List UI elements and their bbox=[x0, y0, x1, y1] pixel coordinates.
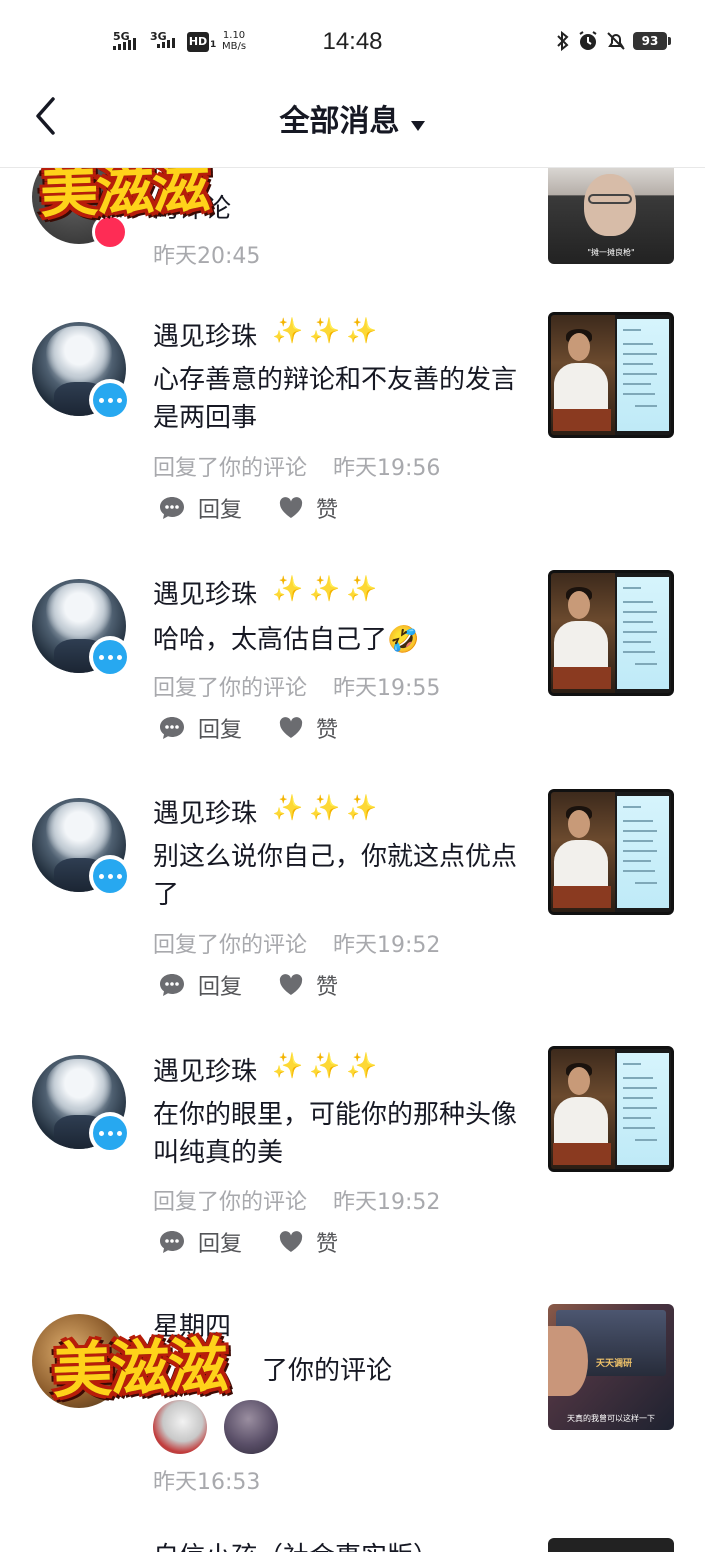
battery-icon: 93 bbox=[633, 32, 671, 50]
timestamp: 昨天19:55 bbox=[333, 676, 441, 701]
meta-line: 回复了你的评论 昨天19:52 bbox=[153, 927, 440, 959]
comment-bubble-icon bbox=[160, 1231, 184, 1253]
like-button[interactable]: 赞 bbox=[278, 969, 338, 1001]
caret-down-icon bbox=[410, 105, 426, 140]
action-row: 回复 赞 bbox=[158, 712, 338, 744]
like-button[interactable]: 赞 bbox=[278, 1226, 338, 1258]
comment-bubble-icon bbox=[160, 974, 184, 996]
reply-label: 回复 bbox=[198, 498, 243, 523]
like-button[interactable]: 赞 bbox=[278, 712, 338, 744]
status-bar: 5G 3G HD 1 1.10 MB/s 14:48 93 bbox=[0, 0, 705, 84]
video-thumbnail[interactable] bbox=[548, 789, 674, 915]
heart-icon bbox=[279, 1231, 303, 1252]
username[interactable]: 遇见珍珠 bbox=[153, 574, 257, 611]
reply-label: 回复 bbox=[198, 975, 243, 1000]
like-label: 赞 bbox=[316, 718, 339, 743]
page-title: 全部消息 bbox=[279, 104, 400, 139]
comment-bubble-icon bbox=[93, 640, 127, 674]
action-row: 回复 赞 bbox=[158, 492, 338, 524]
thumbnail-glasses bbox=[588, 194, 632, 204]
action-row: 回复 赞 bbox=[158, 969, 338, 1001]
action-text: 回复了你的评论 bbox=[153, 456, 308, 481]
thumbnail-face bbox=[548, 1326, 588, 1396]
navigation-bar: 全部消息 bbox=[0, 84, 705, 168]
avatar[interactable] bbox=[153, 1400, 207, 1454]
meta-line: 回复了你的评论 昨天19:55 bbox=[153, 670, 440, 702]
action-text: 回复了你的评论 bbox=[153, 1190, 308, 1215]
username[interactable]: 遇见珍珠 bbox=[153, 316, 257, 353]
thumbnail-label: 天天调研 bbox=[596, 1359, 633, 1369]
meta-line: 回复了你的评论 昨天19:56 bbox=[153, 450, 440, 482]
comment-badge bbox=[89, 1112, 131, 1154]
timestamp: 昨天19:52 bbox=[333, 1190, 441, 1215]
message-filter-dropdown[interactable]: 全部消息 bbox=[0, 96, 705, 140]
heart-icon bbox=[279, 717, 303, 738]
action-text: 回复了你的评论 bbox=[153, 676, 308, 701]
comment-text: 别这么说你自己，你就这点优点了 bbox=[153, 842, 518, 910]
comment-bubble-icon bbox=[93, 383, 127, 417]
comment-bubble-icon bbox=[93, 859, 127, 893]
bluetooth-icon bbox=[557, 30, 569, 52]
reply-button[interactable]: 回复 bbox=[158, 492, 242, 524]
comment-text: 哈哈，太高估自己了🤣 bbox=[153, 625, 420, 655]
like-label: 赞 bbox=[316, 498, 339, 523]
video-thumbnail[interactable] bbox=[548, 1538, 674, 1552]
sparkles-emoji: ✨✨✨ bbox=[272, 316, 384, 345]
timestamp: 昨天19:52 bbox=[333, 933, 441, 958]
reply-label: 回复 bbox=[198, 718, 243, 743]
heart-icon bbox=[279, 974, 303, 995]
video-thumbnail[interactable] bbox=[548, 1046, 674, 1172]
like-label: 赞 bbox=[316, 1232, 339, 1257]
status-icons: 93 bbox=[555, 30, 671, 52]
action-text: 回复了你的评论 bbox=[153, 933, 308, 958]
sticker-overlay: 美滋滋 bbox=[39, 168, 210, 226]
timestamp: 昨天20:45 bbox=[153, 244, 261, 269]
video-thumbnail[interactable]: 天天调研 天真的我曾可以这样一下 bbox=[548, 1304, 674, 1430]
like-button[interactable]: 赞 bbox=[278, 492, 338, 524]
sparkles-emoji: ✨✨✨ bbox=[272, 574, 384, 603]
sparkles-emoji: ✨✨✨ bbox=[272, 793, 384, 822]
action-row: 回复 赞 bbox=[158, 1226, 338, 1258]
comment-text: 在你的眼里，可能你的那种头像叫纯真的美 bbox=[153, 1100, 518, 1168]
video-thumbnail[interactable] bbox=[548, 570, 674, 696]
reply-label: 回复 bbox=[198, 1232, 243, 1257]
comment-text: 心存善意的辩论和不友善的发言是两回事 bbox=[153, 365, 518, 433]
avatar[interactable] bbox=[224, 1400, 278, 1454]
heart-icon bbox=[279, 497, 303, 518]
comment-badge bbox=[89, 379, 131, 421]
video-thumbnail[interactable] bbox=[548, 312, 674, 438]
video-thumbnail[interactable]: "摊一摊良枪" bbox=[548, 168, 674, 264]
thumbnail-caption: "摊一摊良枪" bbox=[587, 248, 635, 257]
notification-feed[interactable]: 的评论 昨天20:45 "摊一摊良枪" 美滋滋 遇见珍珠 ✨✨✨ 心存善意的辩论… bbox=[0, 168, 705, 1552]
mute-bell-icon bbox=[607, 32, 625, 50]
comment-badge bbox=[89, 855, 131, 897]
sticker-overlay: 美滋滋 bbox=[51, 1330, 228, 1408]
reply-button[interactable]: 回复 bbox=[158, 969, 242, 1001]
comment-badge bbox=[89, 636, 131, 678]
comment-bubble-icon bbox=[93, 1116, 127, 1150]
reply-button[interactable]: 回复 bbox=[158, 1226, 242, 1258]
thumbnail-face bbox=[584, 174, 636, 236]
username[interactable]: 遇见珍珠 bbox=[153, 1051, 257, 1088]
username[interactable]: 遇见珍珠 bbox=[153, 793, 257, 830]
alarm-icon bbox=[579, 31, 597, 50]
comment-bubble-icon bbox=[160, 497, 184, 519]
reply-button[interactable]: 回复 bbox=[158, 712, 242, 744]
sparkles-emoji: ✨✨✨ bbox=[272, 1051, 384, 1080]
username[interactable]: 自信小孩（社会事实版） bbox=[153, 1536, 439, 1552]
like-label: 赞 bbox=[316, 975, 339, 1000]
thumbnail-caption: 天真的我曾可以这样一下 bbox=[567, 1414, 655, 1423]
timestamp: 昨天19:56 bbox=[333, 456, 441, 481]
timestamp: 昨天16:53 bbox=[153, 1470, 261, 1495]
meta-line: 回复了你的评论 昨天19:52 bbox=[153, 1184, 440, 1216]
comment-bubble-icon bbox=[160, 717, 184, 739]
